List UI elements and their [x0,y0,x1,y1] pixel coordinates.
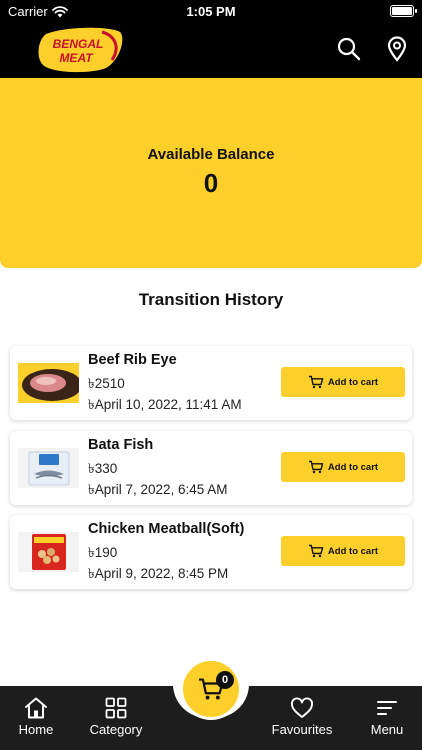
item-date: ৳April 7, 2022, 6:45 AM [88,482,228,497]
balance-label: Available Balance [147,146,275,163]
balance-panel: Available Balance 0 [0,78,422,268]
item-price: ৳190 [88,545,118,560]
nav-favourites-label: Favourites [271,722,333,737]
grid-icon [105,697,127,719]
add-to-cart-button[interactable]: Add to cart [281,536,405,566]
item-name: Chicken Meatball(Soft) [88,521,245,537]
add-to-cart-label: Add to cart [327,545,379,557]
menu-icon [377,701,397,715]
item-price: ৳2510 [88,376,125,391]
svg-text:MEAT: MEAT [59,51,94,65]
cart-icon [308,375,324,389]
chicken-meatball-image [18,532,79,572]
nav-menu-label: Menu [370,722,404,737]
balance-value: 0 [203,168,219,198]
item-date: ৳April 9, 2022, 8:45 PM [88,566,229,581]
cart-count-badge: 0 [216,671,234,689]
history-title: Transition History [138,290,284,309]
home-icon [25,697,47,719]
history-item[interactable]: Chicken Meatball(Soft) ৳190 ৳April 9, 20… [10,515,412,589]
add-to-cart-button[interactable]: Add to cart [281,452,405,482]
item-date: ৳April 10, 2022, 11:41 AM [88,397,242,412]
add-to-cart-button[interactable]: Add to cart [281,367,405,397]
add-to-cart-label: Add to cart [327,461,379,473]
nav-home[interactable]: Home [10,686,62,750]
bengal-meat-logo: BENGAL MEAT [38,27,123,73]
history-item[interactable]: Beef Rib Eye ৳2510 ৳April 10, 2022, 11:4… [10,346,412,420]
item-name: Beef Rib Eye [88,352,177,368]
status-bar: Carrier 1:05 PM [0,0,422,24]
cart-button[interactable]: 0 [180,658,242,720]
cart-icon [308,544,324,558]
location-pin-icon[interactable] [384,36,410,62]
beef-rib-eye-image [18,363,79,403]
history-item[interactable]: Bata Fish ৳330 ৳April 7, 2022, 6:45 AM A… [10,431,412,505]
svg-text:BENGAL: BENGAL [53,37,104,51]
nav-home-label: Home [18,722,54,737]
nav-category[interactable]: Category [84,686,148,750]
item-name: Bata Fish [88,437,154,453]
cart-icon [308,460,324,474]
heart-icon [291,697,313,718]
nav-category-label: Category [89,722,143,737]
nav-menu[interactable]: Menu [364,686,410,750]
add-to-cart-label: Add to cart [327,376,379,388]
battery-icon [390,5,417,17]
item-price: ৳330 [88,461,118,476]
nav-favourites[interactable]: Favourites [264,686,340,750]
app-header: Carrier 1:05 PM BENGAL MEAT [0,0,422,78]
search-icon[interactable] [336,36,362,62]
status-time: 1:05 PM [186,4,236,19]
bata-fish-image [18,448,79,488]
